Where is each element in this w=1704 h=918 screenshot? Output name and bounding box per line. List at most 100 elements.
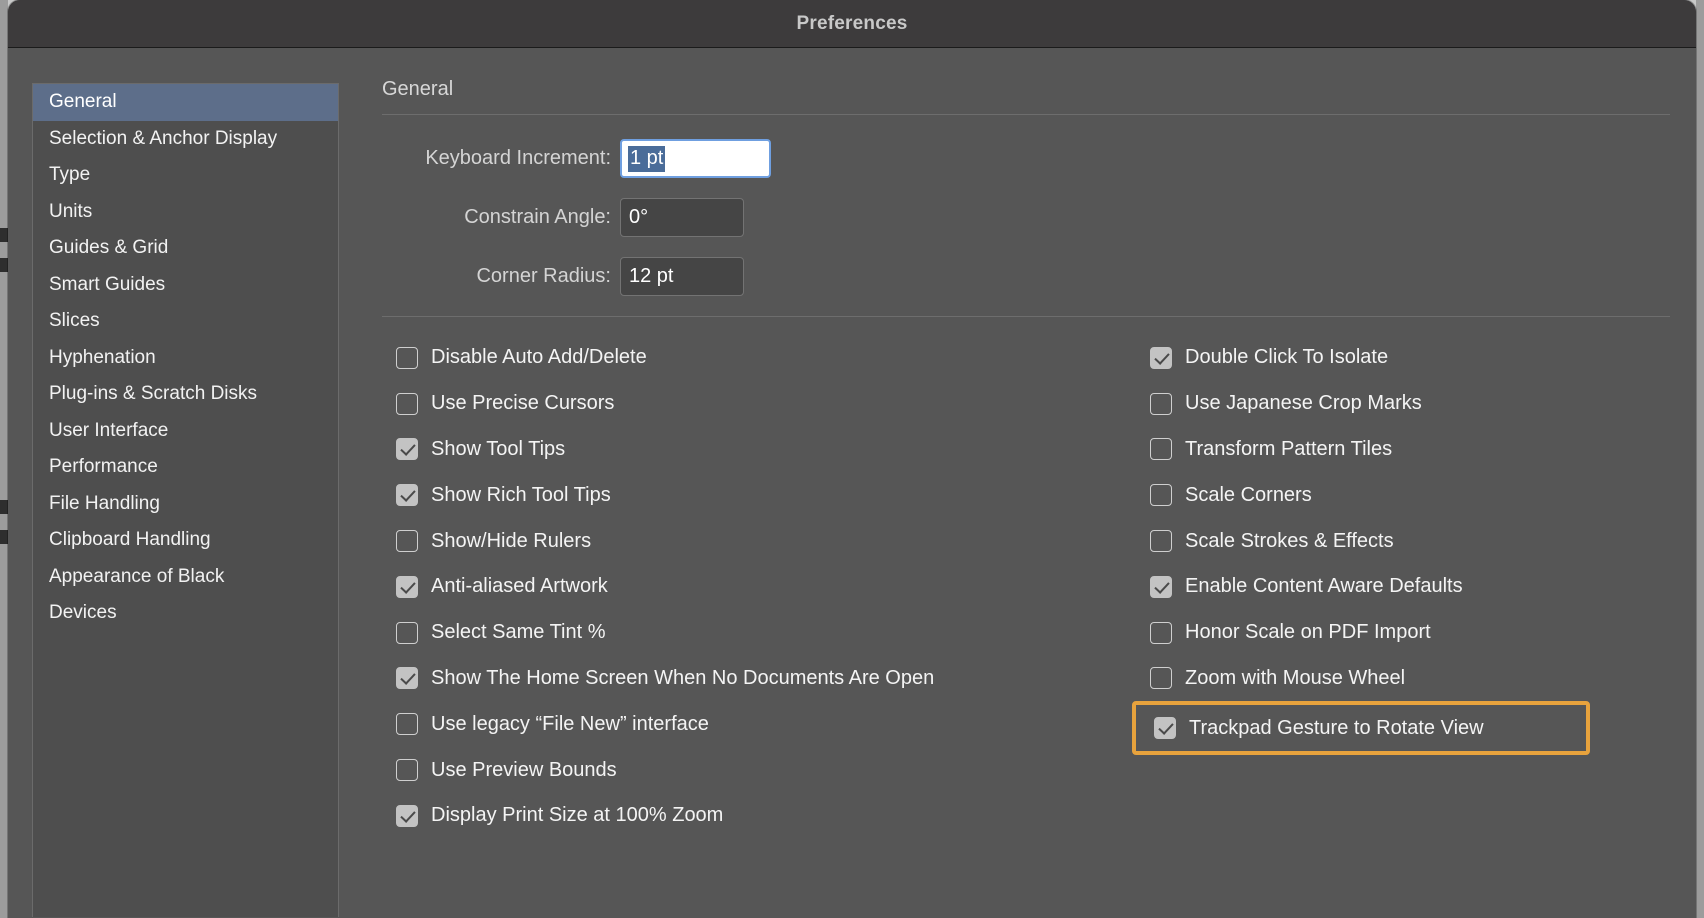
checkbox-row-honor-scale-on-pdf-import[interactable]: Honor Scale on PDF Import — [1150, 610, 1670, 656]
checkbox-label: Use Japanese Crop Marks — [1185, 392, 1422, 415]
sidebar-item-selection-anchor-display[interactable]: Selection & Anchor Display — [33, 121, 338, 158]
options-columns: Disable Auto Add/Delete Use Precise Curso… — [382, 335, 1670, 839]
checkbox-label: Double Click To Isolate — [1185, 346, 1389, 369]
checkbox-row-use-precise-cursors[interactable]: Use Precise Cursors — [396, 381, 1072, 427]
checkbox-row-anti-aliased-artwork[interactable]: Anti-aliased Artwork — [396, 564, 1072, 610]
checkbox-checked-icon[interactable] — [396, 438, 418, 461]
checkbox-row-zoom-with-mouse-wheel[interactable]: Zoom with Mouse Wheel — [1150, 656, 1670, 702]
checkbox-unchecked-icon[interactable] — [1150, 484, 1172, 507]
checkbox-row-show-tool-tips[interactable]: Show Tool Tips — [396, 427, 1072, 473]
general-fields: Keyboard Increment: 1 pt Constrain Angle: 0… — [382, 115, 1670, 296]
input-corner-radius[interactable]: 12 pt — [620, 257, 744, 296]
checkbox-label: Show/Hide Rulers — [431, 529, 592, 552]
sidebar-item-units[interactable]: Units — [33, 194, 338, 231]
screen-right-rail — [1696, 0, 1704, 918]
checkbox-row-select-same-tint[interactable]: Select Same Tint % — [396, 610, 1072, 656]
options-column-right: Double Click To Isolate Use Japanese Crop… — [1072, 335, 1670, 839]
checkbox-label: Show The Home Screen When No Documents A… — [431, 666, 935, 689]
checkbox-row-use-japanese-crop-marks[interactable]: Use Japanese Crop Marks — [1150, 381, 1670, 427]
sidebar-item-hyphenation[interactable]: Hyphenation — [33, 340, 338, 377]
checkbox-label: Select Same Tint % — [431, 621, 606, 644]
checkbox-unchecked-icon[interactable] — [1150, 667, 1172, 690]
checkbox-row-trackpad-gesture-to-rotate-view[interactable]: Trackpad Gesture to Rotate View — [1132, 701, 1590, 756]
sidebar-item-label: General — [49, 91, 117, 112]
checkbox-row-disable-auto-add-delete[interactable]: Disable Auto Add/Delete — [396, 335, 1072, 381]
sidebar-item-devices[interactable]: Devices — [33, 595, 338, 632]
checkbox-label: Transform Pattern Tiles — [1185, 437, 1393, 460]
checkbox-row-scale-strokes-effects[interactable]: Scale Strokes & Effects — [1150, 518, 1670, 564]
sidebar-item-clipboard-handling[interactable]: Clipboard Handling — [33, 522, 338, 559]
input-keyboard-increment[interactable]: 1 pt — [620, 139, 771, 178]
sidebar-item-label: Devices — [49, 602, 117, 623]
sidebar-item-label: Plug-ins & Scratch Disks — [49, 383, 258, 404]
sidebar-item-label: Type — [49, 164, 91, 185]
checkbox-unchecked-icon[interactable] — [1150, 438, 1172, 461]
checkbox-unchecked-icon[interactable] — [396, 621, 418, 644]
checkbox-row-enable-content-aware-defaults[interactable]: Enable Content Aware Defaults — [1150, 564, 1670, 610]
checkbox-label: Anti-aliased Artwork — [431, 575, 608, 598]
checkbox-row-scale-corners[interactable]: Scale Corners — [1150, 472, 1670, 518]
checkbox-label: Scale Corners — [1185, 483, 1312, 506]
sidebar-item-label: Guides & Grid — [49, 237, 169, 258]
checkbox-unchecked-icon[interactable] — [1150, 530, 1172, 553]
field-label: Constrain Angle: — [464, 206, 611, 228]
checkbox-row-show-the-home-screen-when-no-documents-are-open[interactable]: Show The Home Screen When No Documents A… — [396, 656, 1072, 702]
input-constrain-angle[interactable]: 0° — [620, 198, 744, 237]
checkbox-label: Scale Strokes & Effects — [1185, 529, 1394, 552]
preferences-category-list[interactable]: General Selection & Anchor Display Type Uni… — [32, 83, 339, 917]
checkbox-row-display-print-size-at-100-zoom[interactable]: Display Print Size at 100% Zoom — [396, 793, 1072, 839]
checkbox-row-double-click-to-isolate[interactable]: Double Click To Isolate — [1150, 335, 1670, 381]
checkbox-row-show-hide-rulers[interactable]: Show/Hide Rulers — [396, 518, 1072, 564]
field-label: Corner Radius: — [476, 265, 611, 287]
sidebar-item-guides-grid[interactable]: Guides & Grid — [33, 230, 338, 267]
checkbox-checked-icon[interactable] — [396, 667, 418, 690]
input-value: 0° — [629, 206, 649, 228]
sidebar-item-type[interactable]: Type — [33, 157, 338, 194]
window-title: Preferences — [796, 12, 908, 34]
sidebar-item-label: File Handling — [49, 492, 160, 514]
checkbox-label: Trackpad Gesture to Rotate View — [1189, 716, 1484, 739]
checkbox-row-show-rich-tool-tips[interactable]: Show Rich Tool Tips — [396, 472, 1072, 518]
preferences-window: Preferences General Selection & Anchor Di… — [8, 0, 1696, 918]
checkbox-unchecked-icon[interactable] — [396, 346, 418, 369]
checkbox-checked-icon[interactable] — [1154, 717, 1176, 740]
checkbox-checked-icon[interactable] — [396, 804, 418, 827]
checkbox-checked-icon[interactable] — [1150, 575, 1172, 598]
sidebar-item-label: User Interface — [49, 419, 169, 441]
checkbox-unchecked-icon[interactable] — [396, 759, 418, 782]
screen: Preferences General Selection & Anchor Di… — [0, 0, 1704, 918]
sidebar-item-general[interactable]: General — [33, 84, 338, 121]
checkbox-checked-icon[interactable] — [1150, 346, 1172, 369]
checkbox-unchecked-icon[interactable] — [396, 530, 418, 553]
checkbox-checked-icon[interactable] — [396, 484, 418, 507]
checkbox-row-transform-pattern-tiles[interactable]: Transform Pattern Tiles — [1150, 427, 1670, 473]
field-row: Constrain Angle: 0° — [382, 198, 1670, 237]
window-body: General Selection & Anchor Display Type Uni… — [8, 48, 1696, 917]
checkbox-row-use-legacy-file-new-interface[interactable]: Use legacy “File New” interface — [396, 701, 1072, 747]
checkbox-unchecked-icon[interactable] — [1150, 621, 1172, 644]
sidebar-item-slices[interactable]: Slices — [33, 303, 338, 340]
checkbox-unchecked-icon[interactable] — [396, 713, 418, 736]
sidebar-item-performance[interactable]: Performance — [33, 449, 338, 486]
options-column-left: Disable Auto Add/Delete Use Precise Curso… — [382, 335, 1072, 839]
window-titlebar[interactable]: Preferences — [8, 0, 1696, 48]
sidebar-item-user-interface[interactable]: User Interface — [33, 413, 338, 450]
sidebar-item-file-handling[interactable]: File Handling — [33, 486, 338, 523]
sidebar-item-smart-guides[interactable]: Smart Guides — [33, 267, 338, 304]
checkbox-unchecked-icon[interactable] — [1150, 392, 1172, 415]
field-row: Corner Radius: 12 pt — [382, 257, 1670, 296]
sidebar-item-label: Clipboard Handling — [49, 529, 211, 550]
checkbox-label: Display Print Size at 100% Zoom — [431, 804, 724, 827]
checkbox-row-use-preview-bounds[interactable]: Use Preview Bounds — [396, 747, 1072, 793]
sidebar-item-appearance-of-black[interactable]: Appearance of Black — [33, 559, 338, 596]
input-value: 1 pt — [628, 145, 666, 172]
sidebar-item-label: Units — [49, 200, 93, 222]
sidebar-item-plug-ins-scratch-disks[interactable]: Plug-ins & Scratch Disks — [33, 376, 338, 413]
checkbox-label: Use legacy “File New” interface — [431, 712, 709, 735]
sidebar-item-label: Selection & Anchor Display — [49, 127, 278, 149]
checkbox-label: Show Tool Tips — [431, 437, 566, 460]
checkbox-checked-icon[interactable] — [396, 575, 418, 598]
checkbox-unchecked-icon[interactable] — [396, 392, 418, 415]
sidebar-item-label: Performance — [49, 456, 158, 477]
sidebar-item-label: Hyphenation — [49, 346, 156, 368]
